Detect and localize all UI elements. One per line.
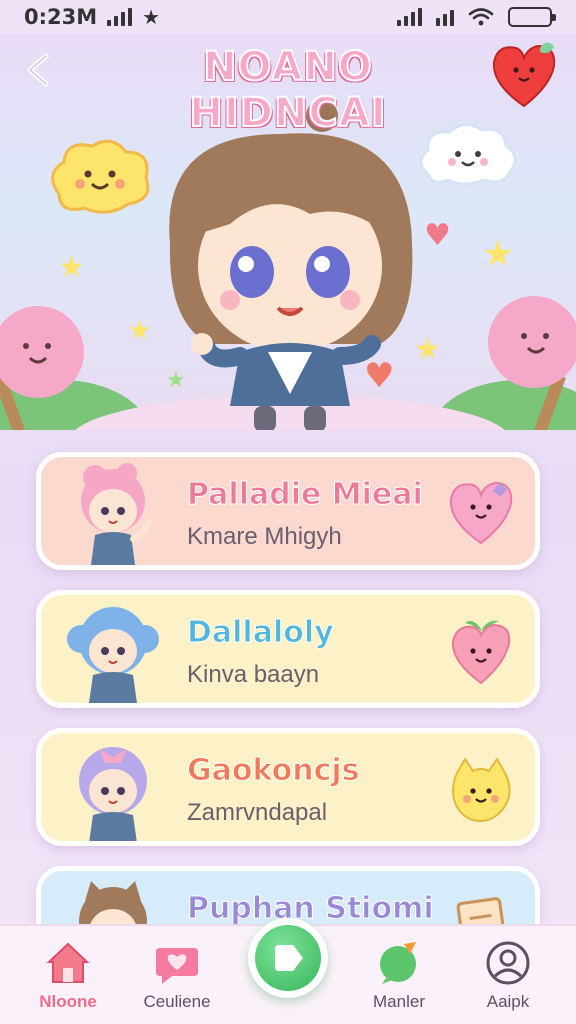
lollipop-tree-right	[488, 296, 576, 430]
star-decoration: ★	[58, 250, 85, 285]
status-left: 0:23M ★	[24, 5, 160, 29]
card-title: Puphan Stiomi	[187, 891, 435, 927]
star-decoration: ★	[482, 234, 515, 275]
cat-badge-icon	[452, 757, 511, 823]
profile-icon	[486, 941, 530, 985]
strawberry-heart-icon	[451, 620, 511, 685]
chevron-left-icon	[27, 53, 49, 87]
card-title: Dallaloly	[187, 615, 335, 651]
center-action-button[interactable]	[248, 918, 328, 998]
card-title: Palladie Mieai	[187, 477, 424, 513]
card-subtitle: Zamrvndapal	[187, 799, 328, 826]
cell-signal-2-icon	[436, 8, 454, 26]
nav-label: Ceuliene	[143, 992, 211, 1011]
card-subtitle: Kinva baayn	[187, 661, 320, 688]
favorite-heart-icon[interactable]	[488, 40, 560, 112]
star-icon: ★	[142, 5, 161, 29]
fab-inner	[255, 925, 321, 991]
nav-label: Aaipk	[486, 992, 530, 1011]
leaf-arrow-icon	[275, 945, 303, 971]
page-title: NOANO HIDNCAI	[188, 43, 387, 137]
character-card[interactable]: Gaokoncjs Zamrvndapal	[36, 728, 540, 846]
cell-signal-icon	[397, 8, 422, 26]
status-bar: 0:23M ★	[0, 0, 576, 34]
home-icon	[46, 942, 90, 983]
nav-label: Manler	[373, 992, 425, 1011]
nav-item-heart-chat[interactable]: Ceuliene	[131, 926, 223, 1024]
nav-item-home[interactable]: Nloone	[22, 926, 114, 1024]
character-avatar-pink	[81, 463, 152, 565]
card-title: Gaokoncjs	[187, 753, 361, 789]
signal-icon	[107, 8, 133, 26]
mascot-character	[169, 100, 413, 430]
back-button[interactable]	[20, 52, 56, 88]
wifi-icon	[468, 8, 494, 26]
lollipop-tree-left	[0, 306, 84, 430]
status-time: 0:23M	[24, 5, 98, 29]
card-subtitle: Kmare Mhigyh	[187, 523, 342, 550]
status-right	[397, 7, 556, 27]
nav-label: Nloone	[39, 992, 97, 1011]
heart-chat-icon	[156, 948, 198, 984]
nav-item-profile[interactable]: Aaipk	[462, 926, 554, 1024]
star-decoration: ★	[128, 316, 152, 346]
character-card[interactable]: Dallaloly Kinva baayn	[36, 590, 540, 708]
character-avatar-purple	[79, 747, 147, 841]
character-card[interactable]: Palladie Mieai Kmare Mhigyh	[36, 452, 540, 570]
nav-item-messages[interactable]: Manler	[353, 926, 445, 1024]
sun-cloud-decoration	[51, 139, 150, 214]
battery-icon	[508, 7, 556, 27]
chat-bubble-icon	[380, 942, 416, 984]
character-avatar-blue	[67, 607, 159, 703]
heart-badge-icon	[449, 481, 513, 545]
